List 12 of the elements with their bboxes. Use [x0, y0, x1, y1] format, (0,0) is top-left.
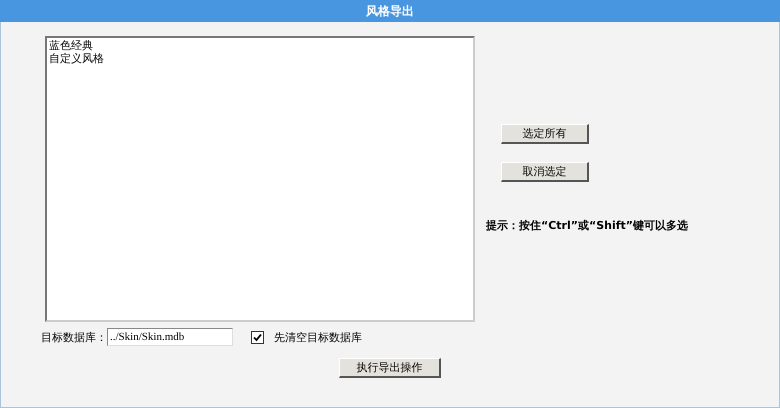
deselect-button[interactable]: 取消选定 — [501, 162, 589, 182]
target-db-label: 目标数据库： — [41, 330, 107, 344]
execute-export-button[interactable]: 执行导出操作 — [339, 358, 441, 378]
style-listbox[interactable]: 蓝色经典 自定义风格 — [45, 36, 475, 322]
clear-checkbox-label: 先清空目标数据库 — [274, 330, 362, 344]
list-item[interactable]: 自定义风格 — [49, 52, 471, 65]
window-title: 风格导出 — [366, 2, 414, 20]
select-all-button[interactable]: 选定所有 — [501, 124, 589, 144]
target-db-field[interactable]: ../Skin/Skin.mdb — [107, 328, 233, 346]
hint-text: 提示：按住“Ctrl”或“Shift”键可以多选 — [486, 218, 688, 233]
clear-checkbox[interactable] — [251, 330, 264, 344]
list-item[interactable]: 蓝色经典 — [49, 39, 471, 52]
